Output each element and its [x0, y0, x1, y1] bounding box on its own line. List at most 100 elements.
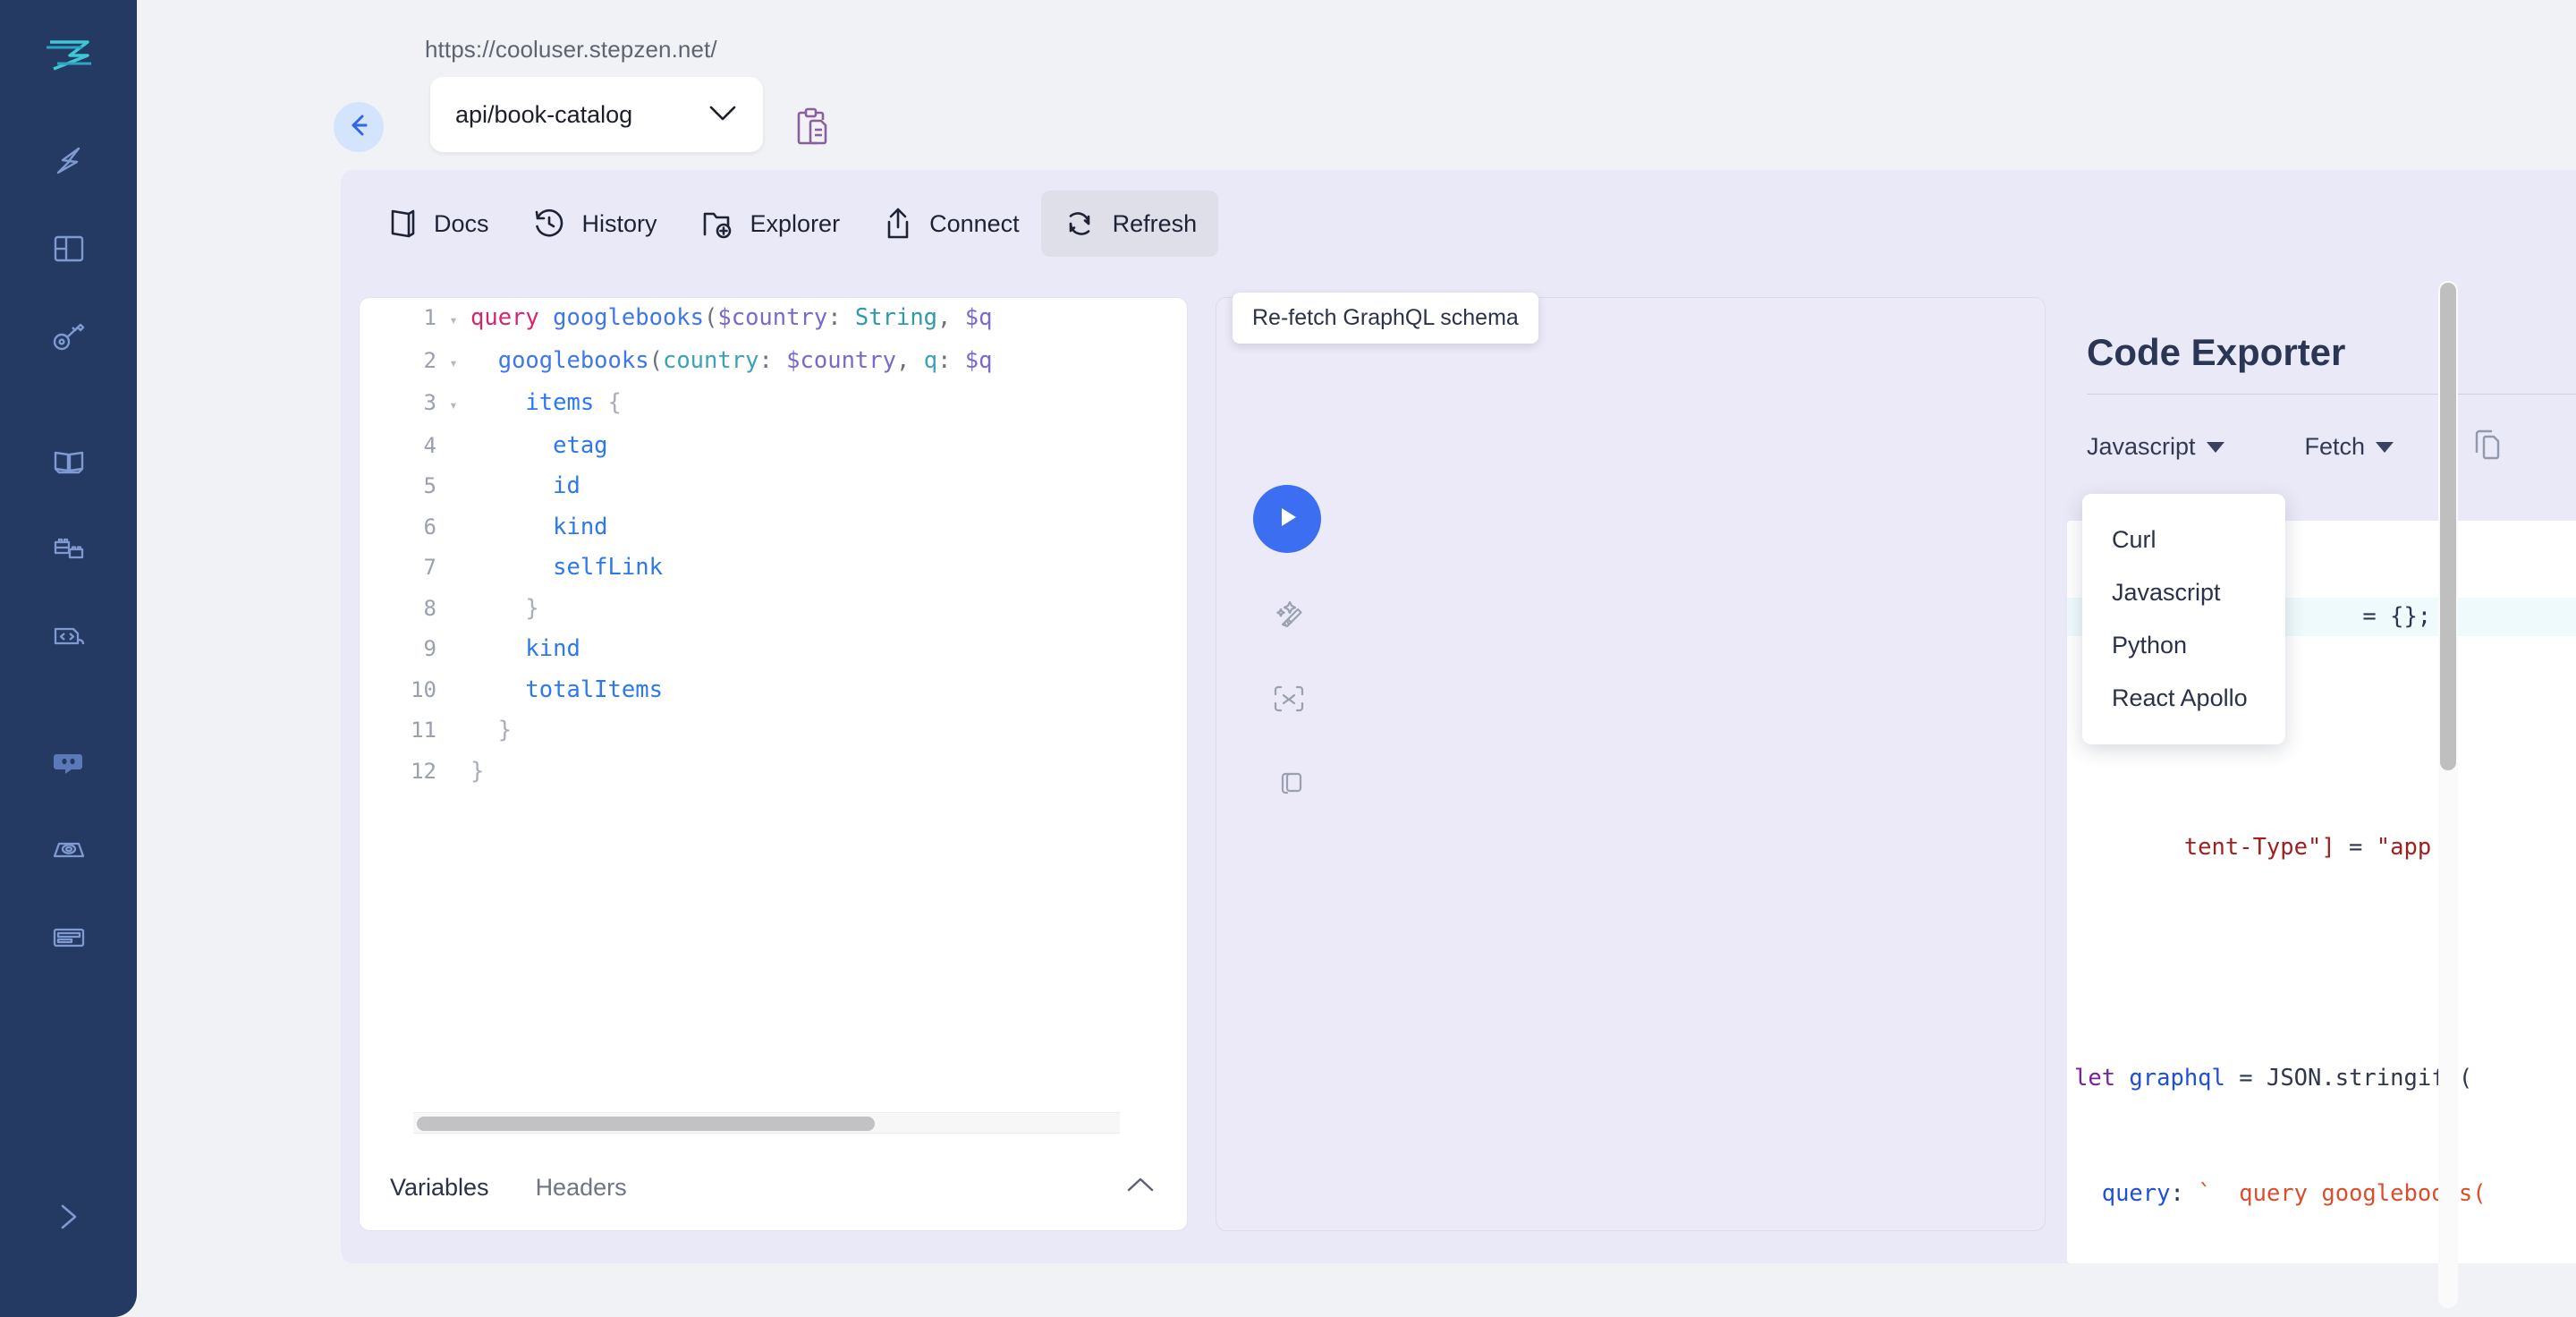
language-dropdown-value: Javascript: [2087, 433, 2196, 460]
line-number: 6: [423, 514, 436, 540]
editor-collapse-button[interactable]: [1124, 1175, 1157, 1201]
open-book-icon: [50, 443, 88, 480]
sidebar-item-schemas[interactable]: [40, 521, 97, 578]
sidebar-item-code[interactable]: [40, 608, 97, 666]
chevron-up-icon: [1124, 1177, 1157, 1200]
query-editor[interactable]: 1 ▾ query googlebooks($country: String, …: [360, 298, 1187, 1103]
code-text: selfLink: [553, 554, 663, 581]
editor-horizontal-scrollbar[interactable]: [413, 1112, 1120, 1134]
chevron-down-icon: [2376, 441, 2394, 453]
dropdown-option-react-apollo[interactable]: React Apollo: [2082, 672, 2285, 725]
merge-collapse-icon: [1270, 680, 1308, 722]
result-pane: [1216, 297, 2046, 1231]
toolbar-button-history[interactable]: History: [511, 191, 679, 257]
endpoint-url: https://cooluser.stepzen.net/: [425, 36, 717, 63]
dropdown-option-python[interactable]: Python: [2082, 619, 2285, 672]
page-scrollbar[interactable]: [2438, 281, 2458, 1308]
code-line: 2 ▾ googlebooks(country: $country, q: $q: [360, 341, 1187, 384]
sidebar-item-account[interactable]: [40, 909, 97, 966]
code-line: 7 selfLink: [360, 548, 1187, 589]
code-text: id: [553, 472, 580, 499]
execute-query-button[interactable]: [1253, 485, 1321, 553]
code-line: 11 }: [360, 710, 1187, 752]
endpoint-selector-value: api/book-catalog: [455, 100, 633, 128]
copy-endpoint-button[interactable]: [779, 97, 843, 161]
code-tag-icon: [50, 618, 88, 656]
toolbar-button-docs[interactable]: Docs: [366, 191, 511, 257]
code-text: items {: [525, 389, 622, 416]
workspace: https://cooluser.stepzen.net/ api/book-c…: [137, 0, 2576, 1317]
line-number: 1: [423, 305, 436, 330]
code-text: }: [470, 594, 539, 622]
graphiql-toolbar: Docs History Explorer Connect Refresh: [366, 190, 1219, 258]
editor-footer: Variables Headers: [360, 1144, 1187, 1230]
language-dropdown-menu: Curl Javascript Python React Apollo: [2082, 494, 2285, 744]
fold-toggle-icon[interactable]: ▾: [442, 343, 465, 384]
copy-query-button[interactable]: [1264, 760, 1314, 811]
sidebar-expand-button[interactable]: [40, 1188, 97, 1245]
fold-toggle-icon[interactable]: ▾: [442, 385, 465, 426]
clipboard-copy-icon: [791, 106, 832, 153]
endpoint-selector[interactable]: api/book-catalog: [430, 77, 763, 152]
line-number: 3: [423, 390, 436, 415]
line-number: 9: [423, 636, 436, 661]
page-scrollbar-thumb[interactable]: [2440, 283, 2456, 770]
sidebar-item-dashboard[interactable]: [40, 220, 97, 277]
app-root: https://cooluser.stepzen.net/ api/book-c…: [0, 0, 2576, 1317]
code-line: 5 id: [360, 466, 1187, 507]
code-exporter-controls: Javascript Fetch: [2067, 395, 2576, 469]
line-number: 2: [423, 347, 436, 373]
mode-dropdown[interactable]: Fetch: [2305, 433, 2394, 461]
code-line: 4 etag: [360, 426, 1187, 467]
sidebar-item-docs[interactable]: [40, 433, 97, 490]
endpoint-header: https://cooluser.stepzen.net/ api/book-c…: [137, 0, 2576, 190]
line-number: 10: [411, 676, 436, 702]
language-dropdown[interactable]: Javascript: [2087, 433, 2224, 461]
tab-variables[interactable]: Variables: [390, 1174, 489, 1202]
fold-toggle-icon[interactable]: ▾: [442, 300, 465, 341]
prettify-button[interactable]: [1264, 591, 1314, 641]
toolbar-label-explorer: Explorer: [750, 209, 841, 237]
chevron-down-icon: [704, 94, 741, 136]
discord-icon: [50, 743, 88, 781]
toolbar-button-connect[interactable]: Connect: [861, 190, 1041, 258]
sidebar: [0, 0, 137, 1317]
folder-plus-icon: [700, 207, 734, 241]
sidebar-item-keys[interactable]: [40, 308, 97, 365]
toolbar-button-explorer[interactable]: Explorer: [679, 191, 862, 257]
tab-headers[interactable]: Headers: [536, 1174, 627, 1202]
chevron-down-icon: [2206, 441, 2224, 453]
toolbar-button-refresh[interactable]: Refresh: [1040, 191, 1219, 257]
code-line: 3 ▾ items {: [360, 383, 1187, 426]
code-text: googlebooks(country: $country, q: $q: [497, 346, 993, 374]
refresh-tooltip: Re-fetch GraphQL schema: [1233, 293, 1538, 344]
dropdown-option-javascript[interactable]: Javascript: [2082, 566, 2285, 619]
code-text: }: [470, 757, 485, 785]
copy-code-button[interactable]: [2469, 425, 2504, 469]
merge-button[interactable]: [1264, 675, 1314, 726]
toolbar-label-history: History: [581, 209, 657, 237]
query-editor-pane: 1 ▾ query googlebooks($country: String, …: [359, 297, 1188, 1231]
toolbar-label-docs: Docs: [434, 209, 489, 237]
editor-scrollbar-thumb[interactable]: [417, 1117, 875, 1131]
code-exporter-title: Code Exporter: [2087, 331, 2346, 373]
share-upload-icon: [883, 206, 913, 242]
book-icon: [387, 207, 418, 241]
magic-broom-icon: [1270, 595, 1308, 637]
sidebar-item-discord[interactable]: [40, 734, 97, 791]
sidebar-item-inbox[interactable]: [40, 821, 97, 879]
lightning-bolt-icon: [50, 142, 88, 180]
sidebar-item-activity[interactable]: [40, 132, 97, 190]
copy-icon: [1270, 765, 1308, 807]
stepzen-logo-icon[interactable]: [40, 27, 97, 84]
code-line: let graphql = JSON.stringify(: [2074, 1065, 2473, 1092]
line-number: 8: [423, 595, 436, 621]
mode-dropdown-value: Fetch: [2304, 433, 2366, 460]
id-card-icon: [50, 919, 88, 956]
copy-icon: [2469, 425, 2504, 469]
code-line: 1 ▾ query googlebooks($country: String, …: [360, 298, 1187, 341]
play-icon: [1272, 502, 1302, 537]
back-button[interactable]: [334, 102, 384, 152]
dropdown-option-curl[interactable]: Curl: [2082, 514, 2285, 566]
